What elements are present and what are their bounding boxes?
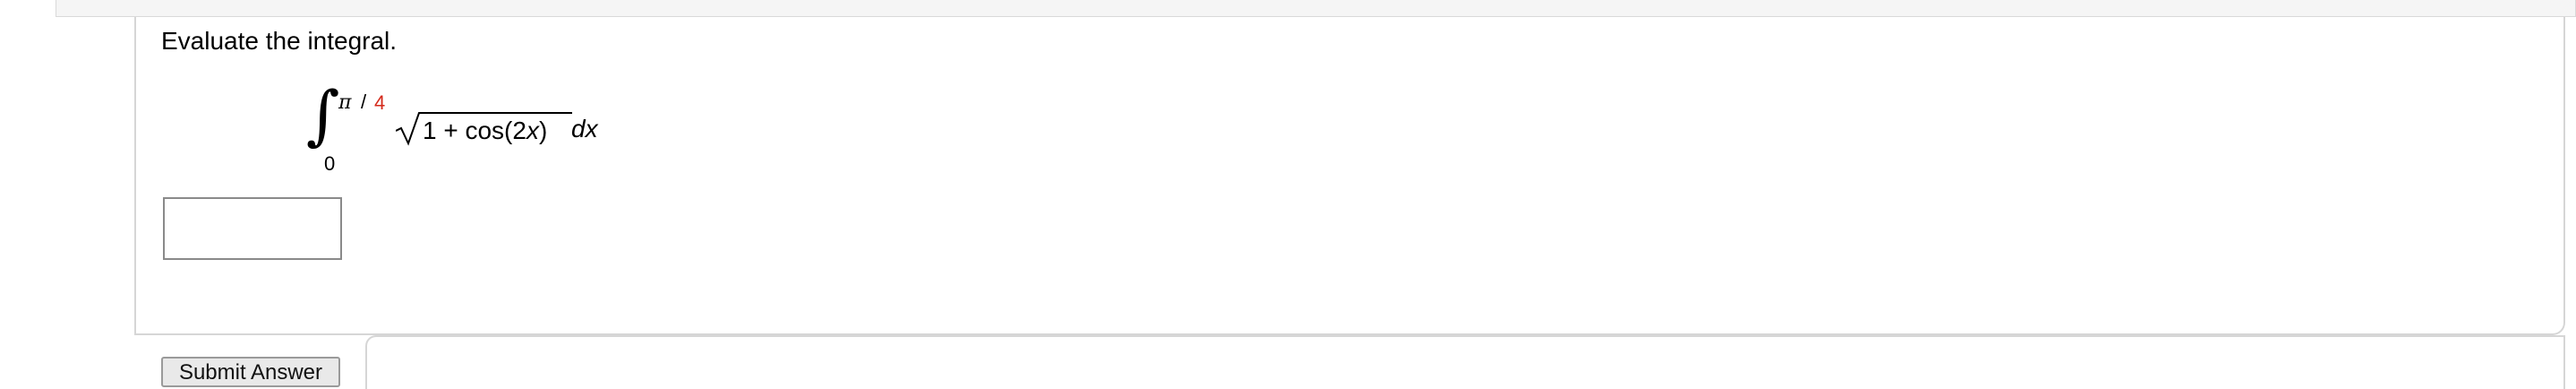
lower-limit: 0 <box>324 152 336 175</box>
upper-limit-denominator: 4 <box>374 91 386 114</box>
submit-answer-button[interactable]: Submit Answer <box>161 357 340 387</box>
answer-input[interactable] <box>163 197 342 260</box>
radicand-prefix: 1 + cos(2 <box>423 117 526 144</box>
integral-expression: ∫ π / 4 0 1 + cos(2x) dx <box>0 0 806 197</box>
radicand-variable: x <box>526 117 539 144</box>
upper-limit-slash: / <box>361 91 367 113</box>
integral-sign: ∫ <box>306 77 340 152</box>
feedback-panel <box>365 335 2565 389</box>
radicand-suffix: ) <box>538 117 548 144</box>
radicand: 1 + cos(2x) <box>423 117 547 145</box>
differential: dx <box>571 115 598 143</box>
upper-limit-pi: π <box>338 91 352 114</box>
